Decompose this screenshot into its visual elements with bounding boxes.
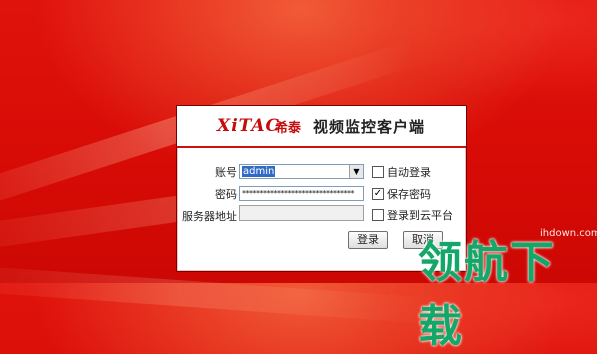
server-address-field[interactable] [239,205,364,221]
login-button[interactable]: 登录 [348,231,388,249]
password-field[interactable]: ******************************** [239,186,364,201]
save-password-label[interactable]: 保存密码 [387,186,431,202]
cloud-login-label[interactable]: 登录到云平台 [387,207,453,223]
password-label: 密码 [215,188,237,201]
app-title: 视频监控客户端 [313,118,426,136]
save-password-checkbox[interactable]: ✓ [372,188,384,200]
auto-login-label[interactable]: 自动登录 [387,164,431,180]
account-select[interactable]: admin ▼ [239,164,364,179]
account-label: 账号 [215,166,237,179]
account-value: admin [242,166,276,177]
server-address-label: 服务器地址 [182,210,237,223]
dialog-header: XiTAC 希泰 视频监控客户端 [177,106,466,148]
chevron-down-icon[interactable]: ▼ [349,165,363,178]
brand-logo: XiTAC [217,116,281,136]
cloud-login-checkbox[interactable] [372,209,384,221]
watermark-logo: 领航下载 [418,237,556,352]
brand-cn-name: 希泰 [275,121,302,136]
auto-login-checkbox[interactable] [372,166,384,178]
